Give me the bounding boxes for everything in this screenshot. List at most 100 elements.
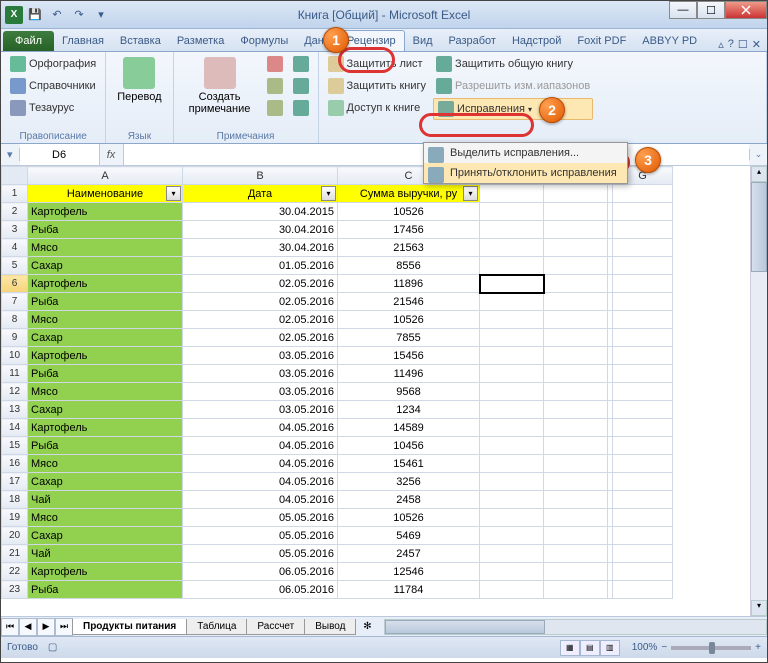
cell[interactable] <box>544 347 608 365</box>
cell[interactable]: 01.05.2016 <box>183 257 338 275</box>
col-header-b[interactable]: B <box>183 167 338 185</box>
ribbon-tab-разработ[interactable]: Разработ <box>441 31 504 51</box>
sheet-tab[interactable]: Таблица <box>186 619 247 635</box>
row-header[interactable]: 20 <box>2 527 28 545</box>
cell[interactable] <box>544 239 608 257</box>
macro-record-icon[interactable]: ▢ <box>48 642 57 653</box>
cell[interactable]: 21563 <box>338 239 480 257</box>
cell[interactable] <box>613 545 673 563</box>
cell[interactable] <box>544 383 608 401</box>
cell[interactable] <box>480 347 544 365</box>
row-header[interactable]: 14 <box>2 419 28 437</box>
cell[interactable]: Мясо <box>28 455 183 473</box>
fx-button[interactable]: fx <box>100 144 124 166</box>
cell[interactable] <box>480 419 544 437</box>
cell[interactable] <box>480 383 544 401</box>
new-comment-button[interactable]: Создать примечание <box>180 54 260 118</box>
cell[interactable]: 02.05.2016 <box>183 293 338 311</box>
cell[interactable]: 04.05.2016 <box>183 419 338 437</box>
row-header[interactable]: 5 <box>2 257 28 275</box>
cell[interactable]: Рыба <box>28 221 183 239</box>
protect-workbook-button[interactable]: Защитить книгу <box>325 76 430 96</box>
spelling-button[interactable]: Орфография <box>7 54 99 74</box>
horizontal-scrollbar[interactable] <box>384 619 767 635</box>
grid[interactable]: A B C D E G 1 Наименование▾ Дата▾ Сумма … <box>1 166 673 599</box>
cell[interactable]: Картофель <box>28 347 183 365</box>
cell[interactable]: 15461 <box>338 455 480 473</box>
cell[interactable] <box>544 257 608 275</box>
row-header[interactable]: 18 <box>2 491 28 509</box>
scroll-down-icon[interactable]: ▾ <box>751 600 767 616</box>
header-cell[interactable]: Дата▾ <box>183 185 338 203</box>
cell[interactable] <box>480 401 544 419</box>
cell[interactable] <box>544 437 608 455</box>
show-comment-button[interactable] <box>290 54 312 74</box>
row-header[interactable]: 16 <box>2 455 28 473</box>
cell[interactable] <box>480 545 544 563</box>
row-header[interactable]: 13 <box>2 401 28 419</box>
cell[interactable]: 17456 <box>338 221 480 239</box>
ribbon-tab-abbyy pd[interactable]: ABBYY PD <box>634 31 705 51</box>
cell[interactable]: 3256 <box>338 473 480 491</box>
cell[interactable] <box>613 581 673 599</box>
expand-formula-bar-icon[interactable]: ⌄ <box>749 149 767 160</box>
filter-button-icon[interactable]: ▾ <box>321 186 336 201</box>
insert-sheet-icon[interactable]: ✻ <box>356 621 378 632</box>
cell[interactable] <box>613 347 673 365</box>
cell[interactable]: 11784 <box>338 581 480 599</box>
row-header[interactable]: 11 <box>2 365 28 383</box>
minimize-ribbon-icon[interactable]: ▵ <box>718 38 724 51</box>
cell[interactable] <box>544 455 608 473</box>
cell[interactable] <box>613 203 673 221</box>
prev-sheet-icon[interactable]: ◀ <box>19 618 37 636</box>
cell[interactable]: 30.04.2015 <box>183 203 338 221</box>
cell[interactable]: 5469 <box>338 527 480 545</box>
cell[interactable]: Сахар <box>28 401 183 419</box>
header-cell[interactable]: Сумма выручки, ру▾ <box>338 185 480 203</box>
cell[interactable]: 05.05.2016 <box>183 545 338 563</box>
row-header[interactable]: 4 <box>2 239 28 257</box>
zoom-slider[interactable] <box>671 646 751 650</box>
cell[interactable] <box>613 509 673 527</box>
cell[interactable] <box>613 239 673 257</box>
close-workbook-icon[interactable]: ✕ <box>752 38 761 51</box>
row-header[interactable]: 17 <box>2 473 28 491</box>
cell[interactable]: 06.05.2016 <box>183 563 338 581</box>
cell[interactable]: 02.05.2016 <box>183 275 338 293</box>
cell[interactable] <box>544 311 608 329</box>
cell[interactable] <box>544 293 608 311</box>
cell[interactable]: 8556 <box>338 257 480 275</box>
cell[interactable]: Картофель <box>28 419 183 437</box>
cell[interactable]: 03.05.2016 <box>183 365 338 383</box>
cell[interactable] <box>544 221 608 239</box>
cell[interactable]: Мясо <box>28 383 183 401</box>
share-workbook-button[interactable]: Доступ к книге <box>325 98 430 118</box>
cell[interactable] <box>480 455 544 473</box>
cell[interactable]: 10456 <box>338 437 480 455</box>
cell[interactable]: 04.05.2016 <box>183 473 338 491</box>
cell[interactable] <box>613 563 673 581</box>
scroll-thumb[interactable] <box>751 182 767 272</box>
cell[interactable]: 12546 <box>338 563 480 581</box>
normal-view-icon[interactable]: ▦ <box>560 640 580 656</box>
sheet-tab[interactable]: Рассчет <box>246 619 305 635</box>
cell[interactable]: Сахар <box>28 257 183 275</box>
cell[interactable]: Картофель <box>28 203 183 221</box>
cell[interactable]: 05.05.2016 <box>183 527 338 545</box>
ribbon-tab-главная[interactable]: Главная <box>54 31 112 51</box>
cell[interactable] <box>544 365 608 383</box>
cell[interactable]: Картофель <box>28 275 183 293</box>
cell[interactable]: 02.05.2016 <box>183 329 338 347</box>
zoom-out-icon[interactable]: − <box>661 642 667 653</box>
filter-button-icon[interactable]: ▾ <box>166 186 181 201</box>
restore-window-icon[interactable]: ☐ <box>738 38 748 51</box>
cell[interactable] <box>544 581 608 599</box>
cell[interactable]: Сахар <box>28 527 183 545</box>
cell[interactable]: Сахар <box>28 473 183 491</box>
row-header[interactable]: 2 <box>2 203 28 221</box>
cell[interactable] <box>480 275 544 293</box>
cell[interactable]: 2457 <box>338 545 480 563</box>
cell[interactable]: 15456 <box>338 347 480 365</box>
cell[interactable] <box>480 257 544 275</box>
cell[interactable] <box>544 203 608 221</box>
